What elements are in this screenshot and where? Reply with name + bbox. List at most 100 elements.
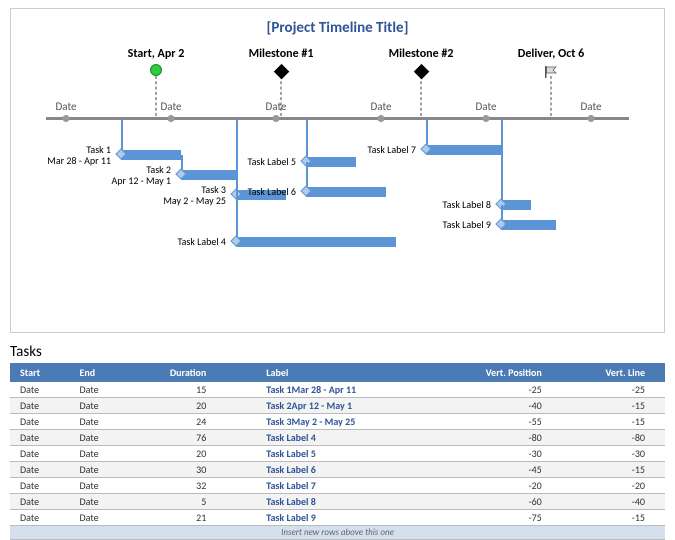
table-row[interactable]: DateDate20Task Label 5-30-30 (10, 446, 665, 462)
milestone-dash (421, 76, 422, 116)
milestone-marker-icon (421, 64, 432, 75)
cell-start: Date (10, 382, 70, 398)
cell-label: Task 3May 2 - May 25 (226, 414, 434, 430)
axis-tick (273, 115, 280, 122)
cell-start: Date (10, 430, 70, 446)
cell-vpos: -55 (434, 414, 562, 430)
cell-duration: 15 (128, 382, 227, 398)
cell-vline: -15 (562, 510, 665, 526)
cell-start: Date (10, 446, 70, 462)
cell-label: Task Label 6 (226, 462, 434, 478)
table-body: DateDate15Task 1Mar 28 - Apr 11-25-25Dat… (10, 382, 665, 540)
task-bar (236, 237, 396, 247)
cell-duration: 20 (128, 398, 227, 414)
table-row[interactable]: DateDate24Task 3May 2 - May 25-55-15 (10, 414, 665, 430)
tasks-heading: Tasks (10, 343, 665, 361)
timeline-viz: DateDateDateDateDateDateStart, Apr 2Mile… (26, 42, 649, 322)
cell-vpos: -20 (434, 478, 562, 494)
cell-vpos: -25 (434, 382, 562, 398)
task-label: Task 2Apr 12 - May 1 (26, 164, 171, 186)
col-start: Start (10, 363, 70, 382)
axis-tick (483, 115, 490, 122)
tasks-table: Start End Duration Label Vert. Position … (10, 363, 665, 540)
cell-start: Date (10, 414, 70, 430)
timeline-title: [Project Timeline Title] (26, 19, 649, 37)
cell-end: Date (70, 478, 128, 494)
task-label: Task Label 9 (26, 219, 491, 230)
table-row[interactable]: DateDate76Task Label 4-80-80 (10, 430, 665, 446)
date-label: Date (476, 100, 497, 113)
start-marker-icon (150, 64, 162, 76)
cell-vline: -15 (562, 462, 665, 478)
cell-vline: -30 (562, 446, 665, 462)
tasks-section: Tasks Start End Duration Label Vert. Pos… (10, 343, 665, 540)
cell-duration: 24 (128, 414, 227, 430)
milestone-label: Deliver, Oct 6 (518, 47, 584, 61)
cell-label: Task Label 8 (226, 494, 434, 510)
task-bar (181, 170, 236, 180)
task-label: Task Label 7 (26, 144, 416, 155)
axis-tick (588, 115, 595, 122)
col-duration: Duration (128, 363, 227, 382)
table-row[interactable]: DateDate21Task Label 9-75-15 (10, 510, 665, 526)
insert-row[interactable]: Insert new rows above this one (10, 526, 665, 540)
cell-start: Date (10, 478, 70, 494)
cell-label: Task Label 9 (226, 510, 434, 526)
flag-marker-icon (544, 64, 558, 83)
axis-tick (168, 115, 175, 122)
cell-vline: -25 (562, 382, 665, 398)
cell-duration: 21 (128, 510, 227, 526)
cell-start: Date (10, 494, 70, 510)
insert-row-text: Insert new rows above this one (10, 526, 665, 540)
cell-vpos: -30 (434, 446, 562, 462)
date-label: Date (266, 100, 287, 113)
cell-duration: 76 (128, 430, 227, 446)
cell-end: Date (70, 414, 128, 430)
axis-tick (63, 115, 70, 122)
cell-vpos: -40 (434, 398, 562, 414)
table-row[interactable]: DateDate20Task 2Apr 12 - May 1-40-15 (10, 398, 665, 414)
date-label: Date (56, 100, 77, 113)
cell-vpos: -45 (434, 462, 562, 478)
table-row[interactable]: DateDate15Task 1Mar 28 - Apr 11-25-25 (10, 382, 665, 398)
cell-vline: -20 (562, 478, 665, 494)
task-bar (306, 187, 386, 197)
cell-end: Date (70, 510, 128, 526)
date-label: Date (161, 100, 182, 113)
milestone-dash (281, 76, 282, 116)
task-bar (426, 145, 501, 155)
table-row[interactable]: DateDate5Task Label 8-60-40 (10, 494, 665, 510)
task-label: Task Label 4 (26, 236, 226, 247)
cell-vline: -15 (562, 414, 665, 430)
cell-label: Task 1Mar 28 - Apr 11 (226, 382, 434, 398)
task-bar (306, 157, 356, 167)
task-label: Task Label 6 (26, 186, 296, 197)
cell-label: Task Label 5 (226, 446, 434, 462)
cell-vline: -40 (562, 494, 665, 510)
task-bar (501, 220, 556, 230)
table-row[interactable]: DateDate30Task Label 6-45-15 (10, 462, 665, 478)
cell-vline: -15 (562, 398, 665, 414)
date-label: Date (581, 100, 602, 113)
cell-duration: 32 (128, 478, 227, 494)
cell-vline: -80 (562, 430, 665, 446)
cell-vpos: -80 (434, 430, 562, 446)
cell-duration: 20 (128, 446, 227, 462)
timeline-chart: [Project Timeline Title] Date Date Date Dat… (10, 8, 665, 333)
task-label: Task Label 5 (26, 156, 296, 167)
cell-label: Task Label 7 (226, 478, 434, 494)
table-header-row: Start End Duration Label Vert. Position … (10, 363, 665, 382)
axis-line (46, 117, 629, 120)
milestone-label: Milestone #2 (389, 47, 454, 61)
cell-vpos: -75 (434, 510, 562, 526)
table-row[interactable]: DateDate32Task Label 7-20-20 (10, 478, 665, 494)
col-vline: Vert. Line (562, 363, 665, 382)
cell-label: Task 2Apr 12 - May 1 (226, 398, 434, 414)
col-vpos: Vert. Position (434, 363, 562, 382)
cell-end: Date (70, 430, 128, 446)
cell-duration: 30 (128, 462, 227, 478)
task-connector (501, 120, 503, 205)
col-label: Label (226, 363, 434, 382)
milestone-dash (156, 76, 157, 116)
milestone-label: Start, Apr 2 (128, 47, 185, 61)
